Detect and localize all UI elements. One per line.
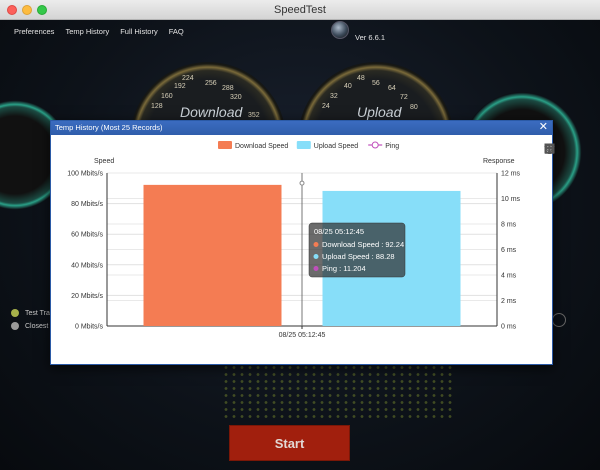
dialog-title: Temp History (Most 25 Records) [55,123,163,132]
ping-point [299,180,305,186]
test-legend-dot [11,309,19,317]
legend-swatch [218,141,232,149]
y-right-tick-label: 8 ms [501,222,517,229]
tooltip-row: Download Speed : 92.24 [322,240,404,249]
download-tick: 128 [151,103,163,110]
download-tick: 320 [230,94,242,101]
history-chart[interactable]: Speed Response 0 Mbits/s 20 Mbits/s 40 Mbits… [51,135,552,364]
upload-tick: 32 [330,93,338,100]
download-gauge-label: Download [180,104,243,120]
download-tick: 224 [182,75,194,82]
x-tick-label: 08/25 05:12:45 [279,332,326,339]
y-right-tick-label: 12 ms [501,171,521,178]
y-right-tick-label: 0 ms [501,324,517,331]
tooltip-swatch [313,242,319,247]
app-window: SpeedTest Preferences Temp History Full … [0,0,600,470]
menu-preferences[interactable]: Preferences [14,27,54,36]
upload-gauge-label: Upload [357,104,402,120]
y-right-tick-label: 6 ms [501,247,517,254]
menu-temp-history[interactable]: Temp History [65,27,109,36]
tooltip-title: 08/25 05:12:45 [314,227,364,236]
upload-tick: 56 [372,80,380,87]
map-control-icon[interactable] [552,313,566,327]
test-legend-label: Test Tra [25,310,50,317]
menu-full-history[interactable]: Full History [120,27,158,36]
upload-tick: 72 [400,94,408,101]
closest-legend-dot [11,322,19,330]
y-axis-left-title: Speed [94,158,114,165]
start-button[interactable]: Start [229,425,350,461]
y-left-tick-label: 60 Mbits/s [71,232,103,239]
tooltip-swatch [313,254,319,259]
world-map [222,364,452,419]
menu-bar: Preferences Temp History Full History FA… [14,27,184,36]
dialog-title-bar[interactable]: Temp History (Most 25 Records) ✕ [51,121,552,135]
download-tick: 352 [248,112,260,119]
upload-tick: 24 [322,103,330,110]
temp-history-dialog: Temp History (Most 25 Records) ✕ Speed Re… [50,120,555,365]
restore-icon[interactable] [544,143,555,154]
bar-download-speed [143,184,282,326]
y-left-tick-label: 20 Mbits/s [71,293,103,300]
title-bar[interactable]: SpeedTest [0,0,600,20]
y-right-tick-label: 4 ms [501,273,517,280]
upload-tick: 48 [357,75,365,82]
upload-tick: 64 [388,85,396,92]
tooltip-row: Ping : 11.204 [322,264,366,273]
legend-swatch [296,141,311,149]
y-left-tick-label: 80 Mbits/s [71,201,103,208]
y-left-tick-label: 100 Mbits/s [67,171,103,178]
y-left-tick-label: 0 Mbits/s [75,324,104,331]
legend-label: Ping [385,143,399,150]
tooltip-row: Upload Speed : 88.28 [322,252,395,261]
download-tick: 288 [222,85,234,92]
legend-swatch [371,141,379,149]
window-title: SpeedTest [274,4,326,16]
upload-tick: 40 [344,83,352,90]
version-label: Ver 6.6.1 [355,33,386,42]
tooltip-swatch [313,266,319,271]
legend-label: Download Speed [235,143,288,150]
legend-label: Upload Speed [314,143,358,150]
close-icon[interactable]: ✕ [539,121,548,134]
download-tick: 192 [174,83,186,90]
download-tick: 160 [161,93,173,100]
globe-icon [331,21,349,39]
chart-area: Speed Response 0 Mbits/s 20 Mbits/s 40 Mbits… [51,135,555,364]
y-axis-right-title: Response [483,158,515,165]
download-tick: 256 [205,80,217,87]
y-right-tick-label: 2 ms [501,298,517,305]
y-right-tick-label: 10 ms [501,196,521,203]
upload-tick: 80 [410,104,418,111]
menu-faq[interactable]: FAQ [169,27,184,36]
y-left-tick-label: 40 Mbits/s [71,262,103,269]
closest-legend-label: Closest [25,323,49,330]
